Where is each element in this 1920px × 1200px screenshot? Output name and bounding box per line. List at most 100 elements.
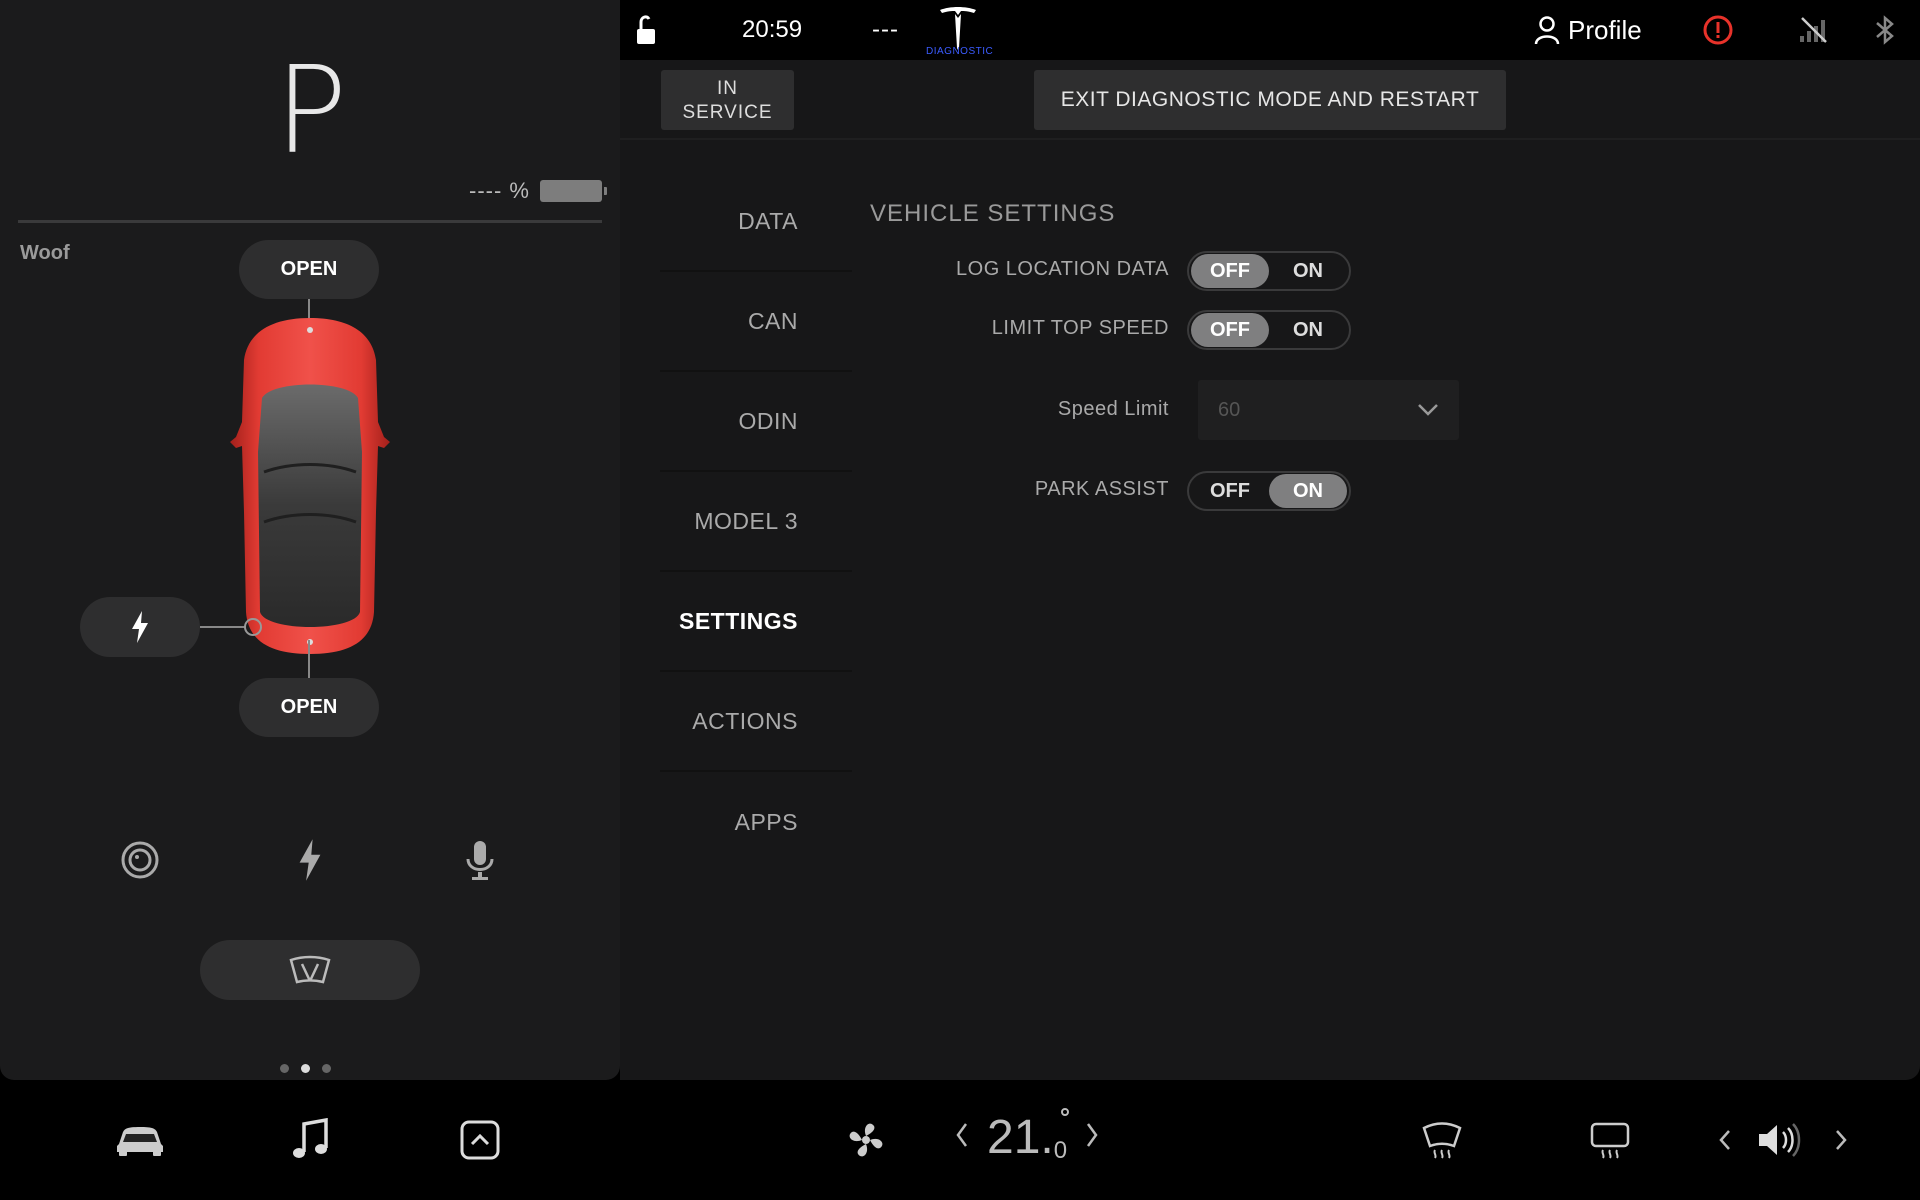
fan-icon	[849, 1123, 883, 1157]
toggle-off-option[interactable]: OFF	[1191, 254, 1269, 288]
page-indicator	[280, 1064, 331, 1073]
person-icon	[1534, 16, 1560, 45]
limit-top-speed-toggle[interactable]: OFF ON	[1187, 310, 1351, 350]
media-button[interactable]	[280, 1110, 340, 1170]
status-bar: DIAGNOSTIC	[620, 0, 1920, 60]
in-service-button[interactable]: IN SERVICE	[661, 70, 794, 130]
degree-symbol	[1061, 1108, 1070, 1116]
divider	[620, 138, 1920, 140]
page-dot[interactable]	[322, 1064, 331, 1073]
in-service-line1: IN	[717, 78, 738, 99]
toggle-on-option[interactable]: ON	[1269, 254, 1347, 288]
battery-status: ---- %	[469, 178, 607, 204]
car-controls-button[interactable]	[110, 1110, 170, 1170]
car-icon	[117, 1127, 163, 1156]
bluetooth-button[interactable]	[1874, 14, 1896, 51]
chevron-right-icon	[1836, 1130, 1847, 1150]
page-dot[interactable]	[280, 1064, 289, 1073]
limit-top-speed-label: LIMIT TOP SPEED	[991, 317, 1169, 339]
speed-limit-value: 60	[1218, 398, 1241, 421]
nav-item-can[interactable]: CAN	[660, 272, 852, 372]
trunk-open-button[interactable]: OPEN	[239, 678, 379, 737]
speaker-icon	[1759, 1123, 1801, 1157]
exit-diagnostic-button[interactable]: EXIT DIAGNOSTIC MODE AND RESTART	[1034, 70, 1506, 130]
log-location-label: LOG LOCATION DATA	[956, 258, 1169, 280]
car-status-panel: P ---- % Woof OPEN OPEN	[0, 0, 620, 1080]
temperature-value: 21.	[987, 1111, 1054, 1164]
charge-port-marker	[244, 618, 262, 636]
temp-up-button[interactable]	[1085, 1122, 1099, 1153]
nav-item-model-3[interactable]: MODEL 3	[660, 472, 852, 572]
wiper-button[interactable]	[200, 940, 420, 1000]
music-note-icon	[293, 1118, 328, 1158]
diagnostic-main-panel: IN SERVICE EXIT DIAGNOSTIC MODE AND REST…	[620, 60, 1920, 1080]
profile-label: Profile	[1568, 14, 1642, 45]
nav-item-actions[interactable]: ACTIONS	[660, 672, 852, 772]
rear-defrost-icon	[1590, 1122, 1630, 1159]
nav-item-settings[interactable]: SETTINGS	[660, 572, 852, 672]
toggle-off-option[interactable]: OFF	[1191, 313, 1269, 347]
connector-line	[200, 626, 246, 628]
chevron-up-box-icon	[460, 1120, 500, 1160]
wiper-icon	[289, 955, 331, 984]
toggle-on-option[interactable]: ON	[1269, 474, 1347, 508]
chevron-right-icon	[1087, 1123, 1098, 1147]
rear-defrost-button[interactable]	[1580, 1110, 1640, 1170]
fan-button[interactable]	[836, 1110, 896, 1170]
charge-port-button[interactable]	[80, 597, 200, 657]
battery-percent: ---- %	[469, 178, 530, 203]
speed-limit-label: Speed Limit	[1057, 398, 1169, 420]
speed-limit-select[interactable]: 60	[1198, 380, 1459, 440]
profile-button[interactable]: Profile	[1534, 0, 1642, 60]
volume-button[interactable]	[1750, 1110, 1810, 1170]
dashcam-button[interactable]	[112, 832, 168, 888]
diagnostic-label: DIAGNOSTIC	[926, 46, 994, 57]
chevron-left-icon	[1719, 1130, 1730, 1150]
voice-command-button[interactable]	[452, 832, 508, 888]
temp-down-button[interactable]	[955, 1122, 969, 1153]
camera-icon	[121, 841, 159, 879]
park-assist-label: PARK ASSIST	[1034, 478, 1169, 500]
lightning-icon	[132, 611, 148, 643]
front-defrost-icon	[1422, 1122, 1462, 1159]
app-launcher-button[interactable]	[450, 1110, 510, 1170]
gear-indicator: P	[274, 42, 347, 181]
chevron-left-icon	[956, 1123, 968, 1147]
cellular-signal	[1798, 16, 1828, 49]
front-defrost-button[interactable]	[1412, 1110, 1472, 1170]
page-dot[interactable]	[301, 1064, 310, 1073]
lightning-icon	[299, 839, 321, 881]
battery-icon	[540, 180, 607, 202]
toggle-off-option[interactable]: OFF	[1191, 474, 1269, 508]
diagnostic-nav: DATA CAN ODIN MODEL 3 SETTINGS ACTIONS A…	[660, 172, 852, 872]
bluetooth-icon	[1876, 15, 1894, 45]
alert-icon	[1703, 15, 1733, 45]
park-assist-toggle[interactable]: OFF ON	[1187, 471, 1351, 511]
range-display: ---	[872, 16, 899, 43]
car-name: Woof	[20, 242, 70, 264]
car-top-view	[222, 312, 398, 663]
connector-line	[308, 640, 310, 678]
lock-button[interactable]	[634, 14, 660, 51]
unlocked-icon	[637, 15, 655, 44]
temperature-display: 21. 0	[987, 1108, 1070, 1165]
frunk-open-button[interactable]: OPEN	[239, 240, 379, 299]
chevron-down-icon	[1418, 404, 1438, 416]
nav-item-apps[interactable]: APPS	[660, 772, 852, 872]
no-signal-icon	[1800, 17, 1827, 43]
temperature-control: 21. 0	[955, 1108, 1099, 1165]
volume-up-button[interactable]	[1826, 1110, 1856, 1170]
section-title: VEHICLE SETTINGS	[870, 200, 1116, 227]
alert-button[interactable]	[1702, 14, 1734, 51]
nav-item-odin[interactable]: ODIN	[660, 372, 852, 472]
toggle-on-option[interactable]: ON	[1269, 313, 1347, 347]
microphone-icon	[466, 841, 494, 880]
divider	[18, 220, 602, 223]
volume-down-button[interactable]	[1710, 1110, 1740, 1170]
temperature-decimal: 0	[1053, 1137, 1068, 1164]
clock: 20:59	[742, 16, 803, 43]
log-location-toggle[interactable]: OFF ON	[1187, 251, 1351, 291]
charging-button[interactable]	[282, 832, 338, 888]
tesla-logo-icon	[940, 7, 976, 50]
nav-item-data[interactable]: DATA	[660, 172, 852, 272]
